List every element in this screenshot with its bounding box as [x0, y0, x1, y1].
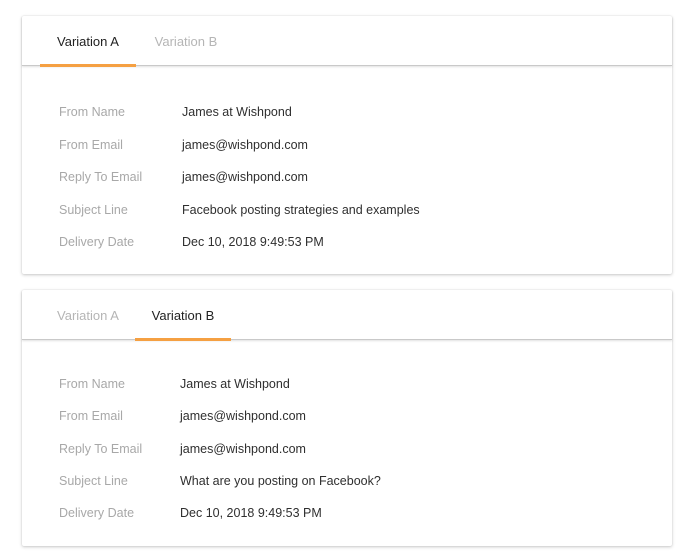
- field-value: Dec 10, 2018 9:49:53 PM: [180, 506, 322, 521]
- field-label: Delivery Date: [59, 235, 135, 250]
- field-value: james@wishpond.com: [180, 409, 306, 424]
- email-details: From Name James at Wishpond From Email j…: [22, 368, 672, 529]
- email-details: From Name James at Wishpond From Email j…: [22, 96, 672, 259]
- field-value: James at Wishpond: [180, 377, 290, 392]
- field-row-subject-line: Subject Line What are you posting on Fac…: [22, 465, 672, 497]
- field-row-from-name: From Name James at Wishpond: [22, 96, 672, 129]
- field-row-from-email: From Email james@wishpond.com: [22, 129, 672, 162]
- variation-tabs: Variation A Variation B: [22, 290, 672, 341]
- field-value: james@wishpond.com: [180, 441, 306, 456]
- field-label: Reply To Email: [59, 170, 143, 185]
- variation-a-panel: Variation A Variation B From Name James …: [22, 16, 672, 274]
- field-label: Subject Line: [59, 202, 128, 217]
- tab-variation-b[interactable]: Variation B: [138, 16, 234, 66]
- field-value: james@wishpond.com: [182, 170, 308, 185]
- field-row-reply-to-email: Reply To Email james@wishpond.com: [22, 433, 672, 465]
- variation-b-panel: Variation A Variation B From Name James …: [22, 290, 672, 546]
- tab-variation-a[interactable]: Variation A: [40, 290, 136, 340]
- field-label: From Name: [59, 377, 125, 392]
- variation-tabs: Variation A Variation B: [22, 16, 672, 67]
- field-value: What are you posting on Facebook?: [180, 474, 381, 489]
- field-value: James at Wishpond: [182, 105, 292, 120]
- field-row-subject-line: Subject Line Facebook posting strategies…: [22, 194, 672, 227]
- field-label: Subject Line: [59, 474, 128, 489]
- field-row-reply-to-email: Reply To Email james@wishpond.com: [22, 161, 672, 194]
- field-label: Delivery Date: [59, 506, 135, 521]
- tab-variation-b[interactable]: Variation B: [135, 290, 231, 341]
- tab-variation-a[interactable]: Variation A: [40, 16, 136, 67]
- field-value: james@wishpond.com: [182, 137, 308, 152]
- field-row-from-name: From Name James at Wishpond: [22, 368, 672, 400]
- field-value: Facebook posting strategies and examples: [182, 202, 420, 217]
- field-row-from-email: From Email james@wishpond.com: [22, 400, 672, 432]
- field-row-delivery-date: Delivery Date Dec 10, 2018 9:49:53 PM: [22, 226, 672, 259]
- field-label: From Email: [59, 137, 123, 152]
- field-label: From Name: [59, 105, 125, 120]
- field-label: From Email: [59, 409, 123, 424]
- field-row-delivery-date: Delivery Date Dec 10, 2018 9:49:53 PM: [22, 497, 672, 529]
- field-value: Dec 10, 2018 9:49:53 PM: [182, 235, 324, 250]
- field-label: Reply To Email: [59, 441, 143, 456]
